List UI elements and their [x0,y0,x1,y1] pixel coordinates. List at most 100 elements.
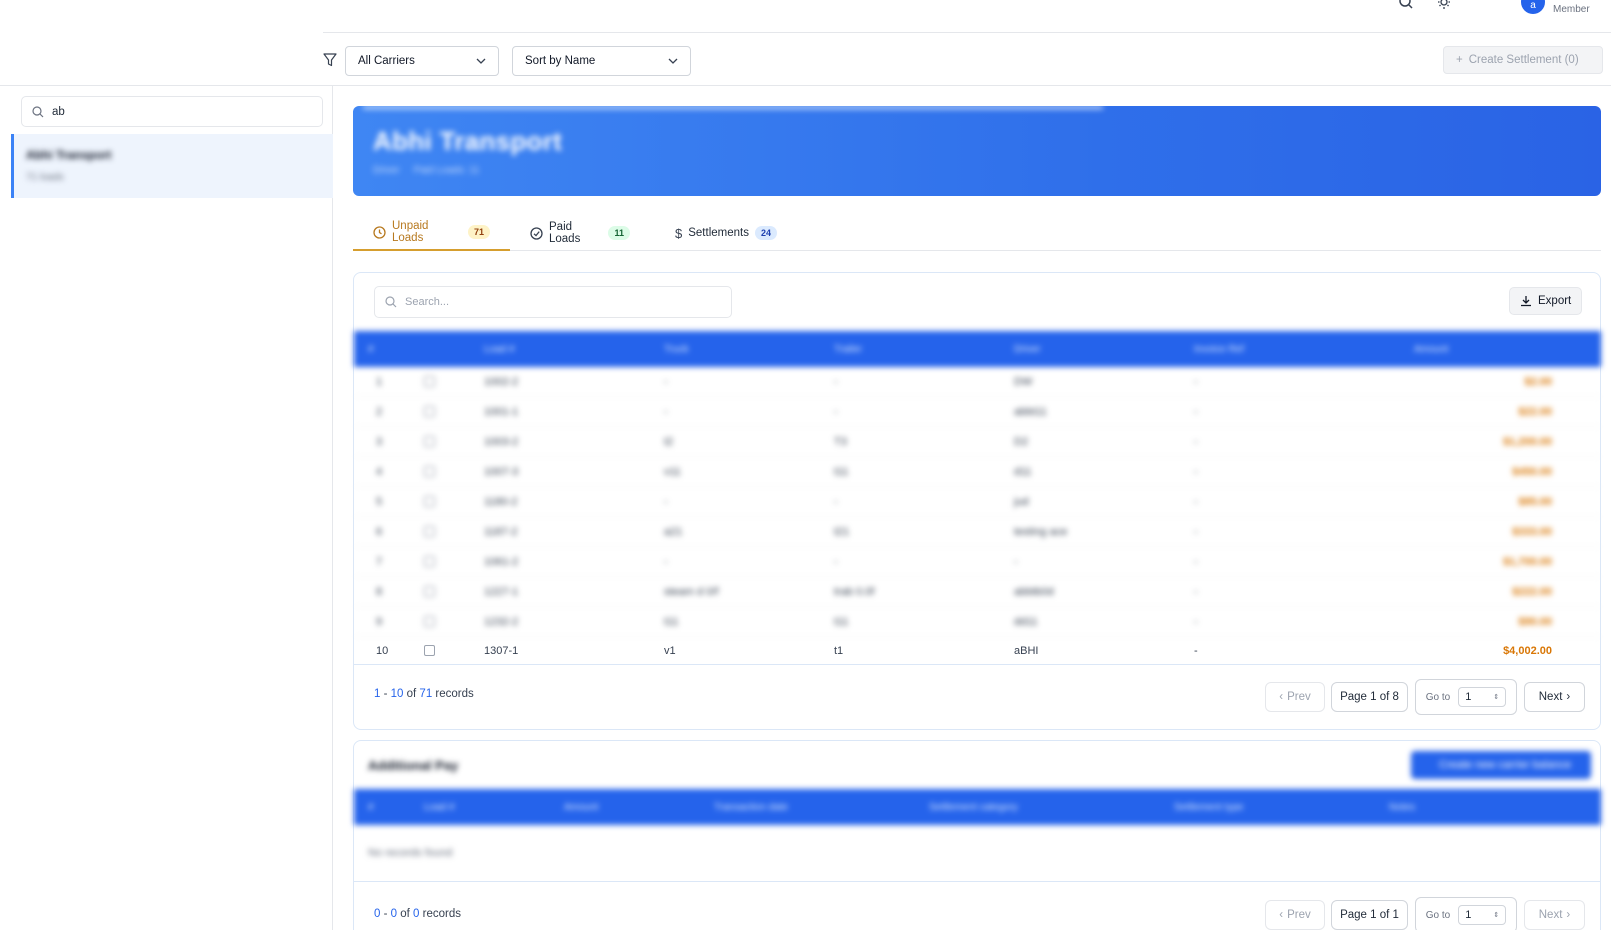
chevron-right-icon: › [1566,909,1571,921]
page-label: Page 1 of 8 [1340,691,1399,703]
row-checkbox[interactable] [414,645,474,656]
additional-pay-title: Additional Pay [368,758,459,773]
amount: $333.00 [1512,525,1552,538]
truck: v1 [664,644,676,657]
sun-icon[interactable] [1433,0,1455,14]
next-label: Next [1538,691,1563,703]
table-row[interactable]: 9 1232-2 t11 t11 dd11 - $90.00 [354,607,1601,637]
load-number: 1232-2 [484,615,519,628]
column-header[interactable]: Load # [474,344,654,355]
table-row[interactable]: 4 1007-3 v11 t11 d11 - $450.00 [354,457,1601,487]
table-row[interactable]: 2 1001-1 - - abbt11 - $22.00 [354,397,1601,427]
invoice-ref: - [1194,585,1198,598]
sidebar-search-value: ab [52,105,65,118]
carrier-select[interactable]: All Carriers [345,46,499,76]
sidebar-search-input[interactable]: ab [21,96,323,127]
row-number: 9 [376,615,383,628]
row-checkbox[interactable] [414,586,474,597]
row-checkbox[interactable] [414,616,474,627]
table-row[interactable]: 3 1003-2 t2 T3 D2 - $1,200.00 [354,427,1601,457]
invoice-ref: - [1194,375,1198,388]
loads-search-input[interactable]: Search... [374,286,732,318]
trailer: T3 [834,435,847,448]
driver: dd11 [1014,615,1038,628]
table-row[interactable]: 10 1307-1 v1 t1 aBHI - $4,002.00 [354,637,1601,665]
prev-page-button[interactable]: ‹ Prev [1265,900,1325,930]
loads-table-body: 1 1002-2 - - DW - $2.00 2 1001-1 - - abb… [354,367,1601,665]
next-page-button[interactable]: Next › [1524,900,1585,930]
tab-paid-loads[interactable]: Paid Loads 11 [510,215,650,251]
load-number: 1001-1 [484,405,519,418]
table-row[interactable]: 1 1002-2 - - DW - $2.00 [354,367,1601,397]
search-icon [32,105,44,118]
table-row[interactable]: 8 1227-1 steam d 0/f trab 0.0f abbtb0d -… [354,577,1601,607]
row-checkbox[interactable] [414,406,474,417]
goto-value: 1 [1465,691,1472,703]
column-header[interactable]: Transaction date [704,802,919,813]
column-header[interactable]: # [354,344,474,355]
amount: $1,700.00 [1503,555,1552,568]
column-header[interactable]: Amount [1404,344,1564,355]
search-icon[interactable] [1395,0,1417,14]
row-checkbox[interactable] [414,496,474,507]
table-row[interactable]: 5 1180-2 - - jud - $85.00 [354,487,1601,517]
goto-page-input[interactable]: 1 ⇕ [1458,687,1507,707]
invoice-ref: - [1194,644,1198,657]
load-number: 1003-2 [484,435,519,448]
truck: t11 [664,615,679,628]
column-header[interactable]: Notes [1379,802,1579,813]
prev-page-button[interactable]: ‹ Prev [1265,682,1325,712]
column-header[interactable]: Amount [554,802,704,813]
records-from: 0 [374,908,381,920]
column-header[interactable]: Trailer [824,344,1004,355]
column-header[interactable]: # [354,802,414,813]
carrier-sidebar: ab Abhi Transport 71 loads [0,86,333,930]
banner-sub-driver: Driver [373,165,400,176]
row-checkbox[interactable] [414,556,474,567]
row-checkbox[interactable] [414,436,474,447]
column-header[interactable]: Settlement type [1164,802,1379,813]
tab-settlements[interactable]: $ Settlements 24 [655,215,805,251]
chevron-down-icon [668,58,678,64]
filter-icon[interactable] [323,53,337,67]
check-circle-icon [530,226,543,240]
tab-unpaid-loads[interactable]: Unpaid Loads 71 [353,215,510,251]
driver: abbt11 [1014,405,1047,418]
load-number: 1187-2 [484,525,518,538]
create-carrier-balance-button[interactable]: Create new carrier balance [1411,751,1591,779]
column-header[interactable]: Settlement category [919,802,1164,813]
records-from: 1 [374,688,381,700]
page-indicator: Page 1 of 1 [1331,900,1408,930]
chevron-left-icon: ‹ [1279,691,1284,703]
column-header[interactable]: Truck [654,344,824,355]
invoice-ref: - [1194,495,1198,508]
stepper-icon[interactable]: ⇕ [1493,693,1499,701]
sort-select[interactable]: Sort by Name [512,46,691,76]
export-button[interactable]: Export [1509,287,1582,315]
trailer: trab 0.0f [834,585,875,598]
next-page-button[interactable]: Next › [1524,682,1585,712]
page-label: Page 1 of 1 [1340,909,1399,921]
column-header[interactable]: Driver [1004,344,1184,355]
row-number: 10 [376,644,389,657]
amount: $450.00 [1512,465,1552,478]
table-row[interactable]: 7 1061-2 - - - - $1,700.00 [354,547,1601,577]
additional-pay-table-header: # Load # Amount Transaction date Settlem… [354,789,1601,825]
driver: jud [1014,495,1029,508]
truck: - [664,405,668,418]
invoice-ref: - [1194,525,1198,538]
create-settlement-button[interactable]: + Create Settlement (0) [1443,46,1603,74]
sidebar-item-carrier[interactable]: Abhi Transport 71 loads [11,134,333,198]
column-header[interactable]: Load # [414,802,554,813]
next-label: Next [1538,909,1563,921]
goto-page-input[interactable]: 1 ⇕ [1458,905,1507,925]
table-row[interactable]: 6 1187-2 a21 t21 testing ace - $333.00 [354,517,1601,547]
row-checkbox[interactable] [414,376,474,387]
banner-progress-line [363,106,1103,109]
row-checkbox[interactable] [414,526,474,537]
stepper-icon[interactable]: ⇕ [1493,911,1499,919]
dollar-icon: $ [675,225,683,241]
driver: - [1014,555,1018,568]
column-header[interactable]: Invoice Ref [1184,344,1404,355]
row-checkbox[interactable] [414,466,474,477]
